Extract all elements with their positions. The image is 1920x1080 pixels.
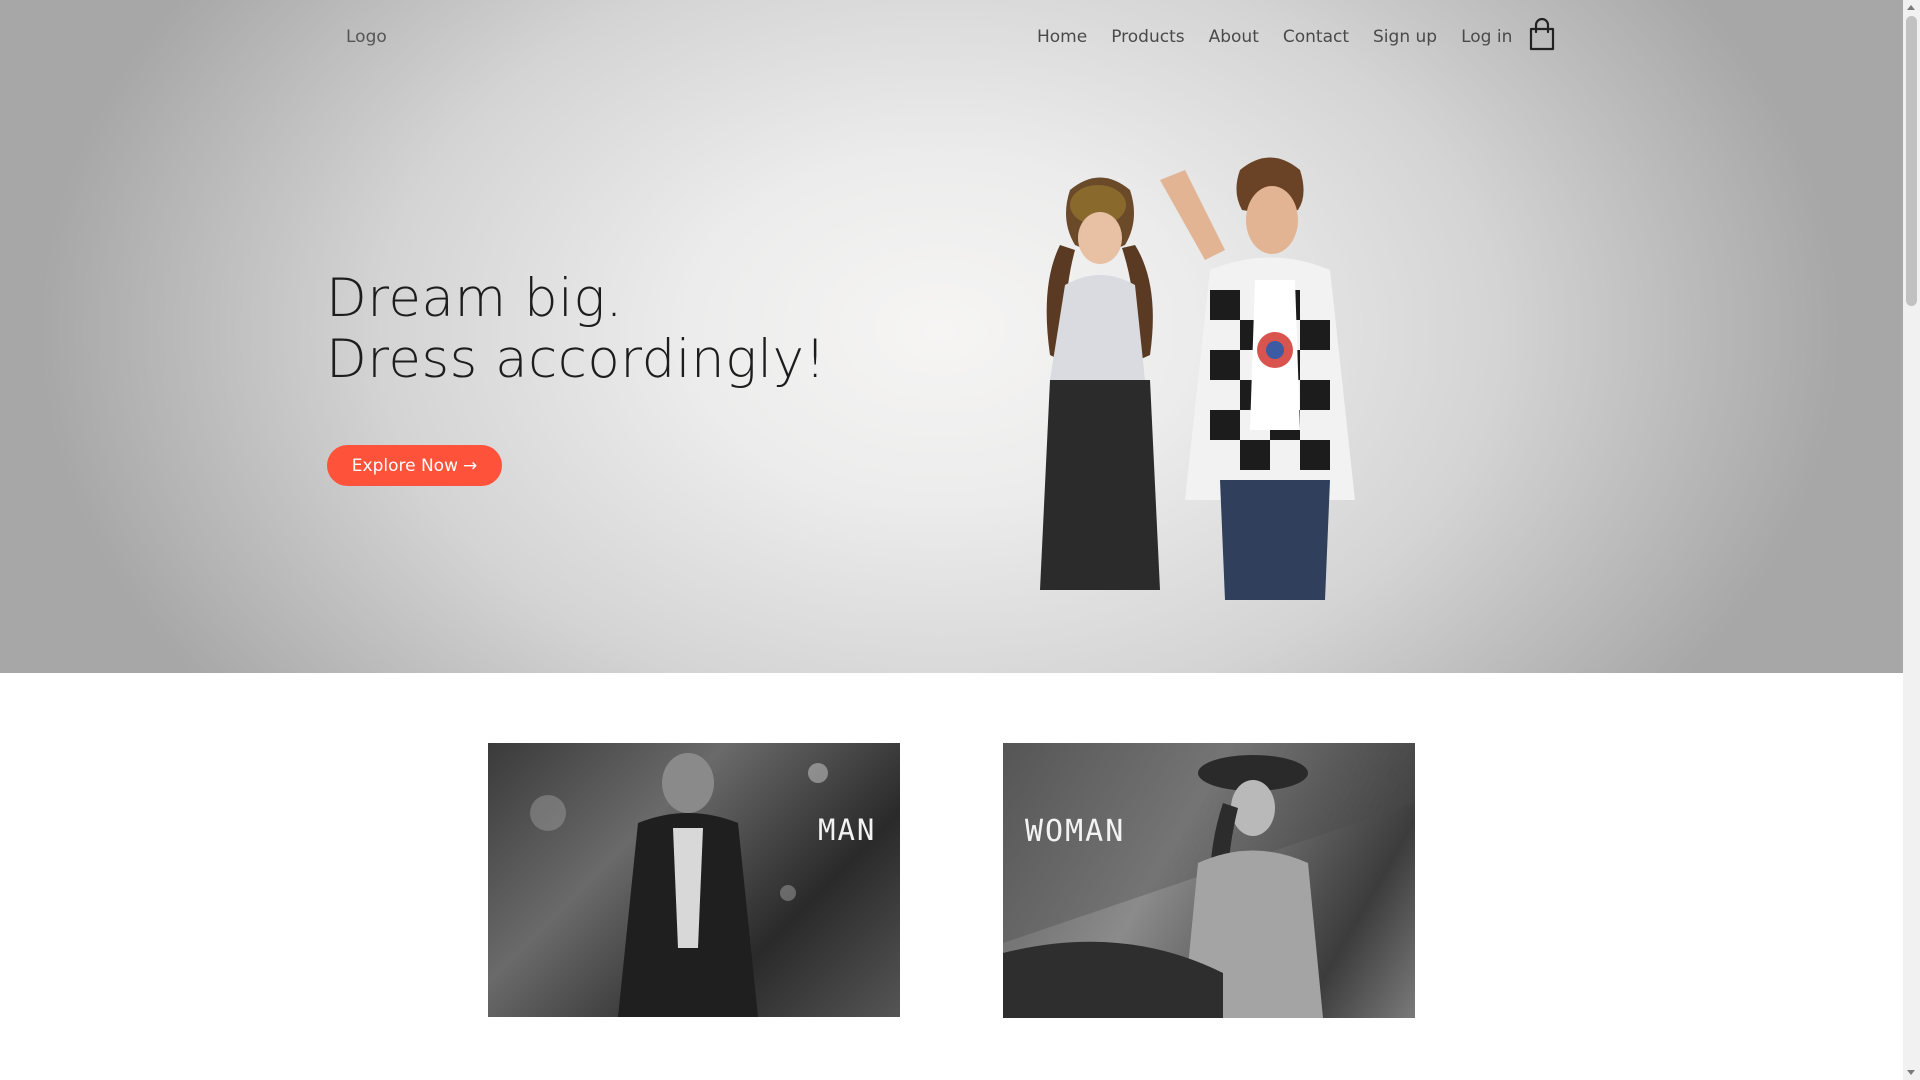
arrow-right-icon: → — [462, 455, 478, 476]
category-label-man: MAN — [818, 813, 877, 847]
logo[interactable]: Logo — [346, 27, 387, 47]
nav-link-about[interactable]: About — [1209, 27, 1259, 47]
category-card-woman[interactable]: WOMAN — [1003, 743, 1415, 1018]
explore-now-button[interactable]: Explore Now → — [327, 445, 502, 486]
page: Logo Home Products About Contact Sign up… — [0, 0, 1903, 1080]
woman-figure — [1040, 177, 1160, 590]
hero-models-image — [1040, 157, 1355, 600]
nav-link-home[interactable]: Home — [1037, 27, 1087, 47]
hero-headline: Dream big. Dress accordingly! — [326, 268, 826, 390]
scroll-down-arrow-icon[interactable] — [1907, 1070, 1915, 1075]
nav-link-contact[interactable]: Contact — [1283, 27, 1349, 47]
navbar: Logo Home Products About Contact Sign up… — [0, 0, 1903, 78]
woman-category-image — [1003, 743, 1415, 1018]
scroll-thumb[interactable] — [1906, 16, 1917, 306]
category-label-woman: WOMAN — [1025, 814, 1126, 849]
category-card-man[interactable]: MAN — [488, 743, 900, 1017]
shopping-bag-icon[interactable] — [1528, 17, 1556, 52]
nav-links: Home Products About Contact Sign up Log … — [1037, 27, 1536, 47]
nav-link-sign-up[interactable]: Sign up — [1373, 27, 1437, 47]
nav-link-products[interactable]: Products — [1111, 27, 1184, 47]
explore-now-label: Explore Now — [351, 455, 458, 476]
hero-section: Logo Home Products About Contact Sign up… — [0, 0, 1903, 673]
scroll-up-arrow-icon[interactable] — [1907, 5, 1915, 10]
headline-line-1: Dream big. — [326, 268, 624, 329]
vertical-scrollbar[interactable] — [1903, 0, 1920, 1080]
headline-line-2: Dress accordingly! — [326, 329, 827, 390]
man-figure — [1160, 157, 1355, 600]
man-category-image — [530, 753, 828, 1017]
nav-link-log-in[interactable]: Log in — [1461, 27, 1512, 47]
